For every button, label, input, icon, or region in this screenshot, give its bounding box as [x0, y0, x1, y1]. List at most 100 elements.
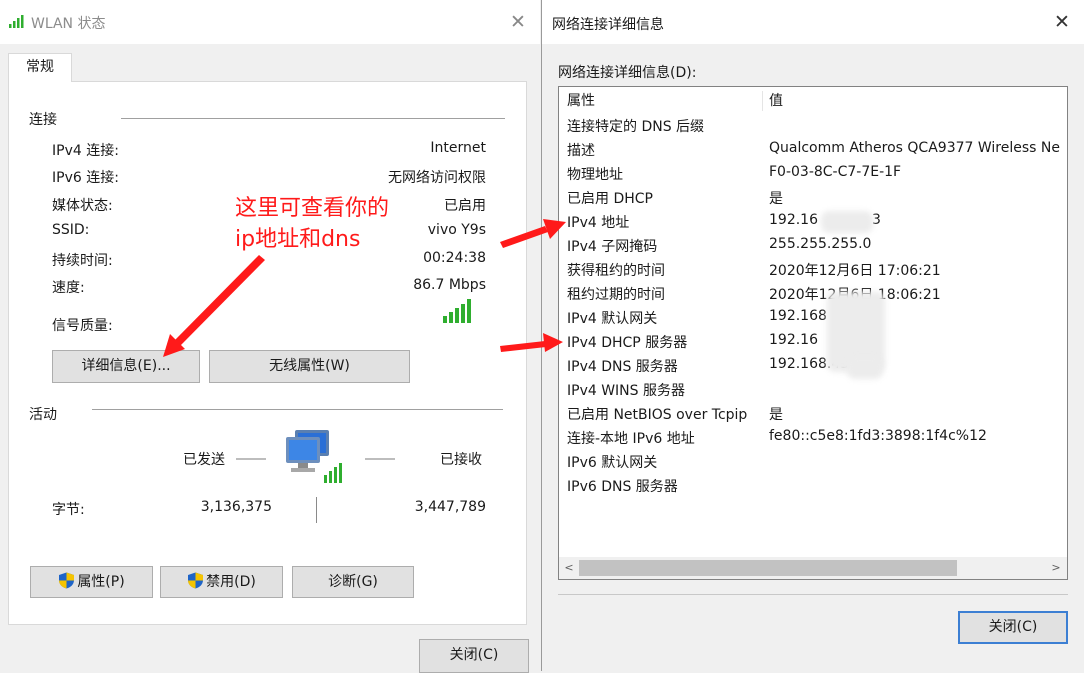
scrollbar-thumb[interactable] — [579, 560, 957, 576]
property-value: 192.16 — [769, 212, 818, 228]
property-name: IPv4 默认网关 — [567, 311, 658, 327]
tab-general[interactable]: 常规 — [8, 53, 72, 82]
close-button[interactable]: 关闭(C) — [958, 611, 1068, 644]
wireless-properties-button[interactable]: 无线属性(W) — [209, 350, 410, 383]
property-name: IPv6 默认网关 — [567, 455, 658, 471]
scroll-right-icon[interactable]: > — [1047, 559, 1065, 577]
media-state-value: 已启用 — [444, 198, 486, 214]
property-name: IPv4 DHCP 服务器 — [567, 335, 688, 351]
speed-label: 速度: — [52, 280, 85, 296]
list-item[interactable]: IPv4 默认网关 192.168 — [559, 305, 1067, 329]
details-titlebar: 网络连接详细信息 ✕ — [542, 0, 1084, 44]
property-value: 192.168 — [769, 308, 827, 324]
privacy-blur — [847, 357, 883, 379]
window-title: WLAN 状态 — [31, 16, 106, 32]
list-item[interactable]: IPv4 WINS 服务器 — [559, 377, 1067, 401]
scroll-left-icon[interactable]: < — [560, 559, 578, 577]
connection-heading: 连接 — [29, 112, 57, 128]
bytes-received-value: 3,447,789 — [414, 499, 486, 515]
signal-strength-icon — [443, 299, 471, 323]
list-item[interactable]: 连接-本地 IPv6 地址 fe80::c5e8:1fd3:3898:1f4c%… — [559, 425, 1067, 449]
properties-button-label: 属性(P) — [77, 574, 125, 590]
list-item[interactable]: IPv4 地址 192.16 3 — [559, 209, 1067, 233]
wlan-status-window: WLAN 状态 ✕ 常规 连接 IPv4 连接: Internet IPv6 连… — [0, 0, 540, 673]
disable-button[interactable]: 禁用(D) — [160, 566, 283, 598]
ipv6-connection-label: IPv6 连接: — [52, 170, 119, 186]
list-item[interactable]: IPv6 默认网关 — [559, 449, 1067, 473]
section-divider — [121, 118, 505, 119]
annotation-line-2: ip地址和dns — [235, 227, 361, 252]
property-value: 是 — [769, 407, 783, 423]
duration-label: 持续时间: — [52, 253, 113, 269]
window-title: 网络连接详细信息 — [552, 17, 664, 33]
property-name: 租约过期的时间 — [567, 287, 665, 303]
list-item[interactable]: 描述 Qualcomm Atheros QCA9377 Wireless Ne — [559, 137, 1067, 161]
details-listview[interactable]: 属性 值 连接特定的 DNS 后缀 描述 Qualcomm Atheros QC… — [558, 86, 1068, 580]
shield-icon — [59, 572, 75, 589]
property-name: IPv4 子网掩码 — [567, 239, 658, 255]
property-name: 获得租约的时间 — [567, 263, 665, 279]
network-computers-icon — [286, 430, 342, 483]
property-value: 是 — [769, 191, 783, 207]
property-value: fe80::c5e8:1fd3:3898:1f4c%12 — [769, 428, 987, 444]
list-item[interactable]: 租约过期的时间 2020年12月6日 18:06:21 — [559, 281, 1067, 305]
footer-divider — [558, 594, 1068, 595]
disable-button-label: 禁用(D) — [206, 574, 256, 590]
close-icon[interactable]: ✕ — [1050, 10, 1074, 34]
network-details-window: 网络连接详细信息 ✕ 网络连接详细信息(D): 属性 值 连接特定的 DNS 后… — [541, 0, 1084, 671]
column-divider[interactable] — [762, 91, 763, 111]
shield-icon — [188, 572, 204, 589]
wifi-signal-icon — [9, 15, 24, 28]
close-icon[interactable]: ✕ — [506, 10, 530, 34]
section-divider — [92, 409, 503, 410]
ssid-value: vivo Y9s — [427, 222, 486, 238]
horizontal-scrollbar[interactable]: < > — [559, 557, 1067, 579]
list-item[interactable]: 已启用 NetBIOS over Tcpip 是 — [559, 401, 1067, 425]
property-name: 描述 — [567, 143, 595, 159]
list-item[interactable]: 连接特定的 DNS 后缀 — [559, 113, 1067, 137]
property-name: IPv4 WINS 服务器 — [567, 383, 685, 399]
list-item[interactable]: IPv6 DNS 服务器 — [559, 473, 1067, 497]
property-name: 物理地址 — [567, 167, 623, 183]
column-header-property[interactable]: 属性 — [567, 90, 595, 110]
property-name: IPv4 DNS 服务器 — [567, 359, 678, 375]
ipv4-connection-label: IPv4 连接: — [52, 143, 119, 159]
list-item[interactable]: 已启用 DHCP 是 — [559, 185, 1067, 209]
property-name: IPv4 地址 — [567, 215, 630, 231]
list-item[interactable]: IPv4 DHCP 服务器 192.16 — [559, 329, 1067, 353]
bytes-sent-value: 3,136,375 — [200, 499, 272, 515]
signal-quality-label: 信号质量: — [52, 318, 113, 334]
sent-label: 已发送 — [183, 452, 225, 468]
properties-button[interactable]: 属性(P) — [30, 566, 153, 598]
list-item[interactable]: 物理地址 F0-03-8C-C7-7E-1F — [559, 161, 1067, 185]
privacy-blur — [821, 211, 873, 233]
property-value: F0-03-8C-C7-7E-1F — [769, 164, 902, 180]
list-item[interactable]: 获得租约的时间 2020年12月6日 17:06:21 — [559, 257, 1067, 281]
general-tab-panel: 连接 IPv4 连接: Internet IPv6 连接: 无网络访问权限 媒体… — [8, 81, 527, 625]
list-item[interactable]: IPv4 子网掩码 255.255.255.0 — [559, 233, 1067, 257]
property-name: 已启用 NetBIOS over Tcpip — [567, 407, 748, 423]
speed-value: 86.7 Mbps — [413, 277, 486, 293]
details-list-caption: 网络连接详细信息(D): — [558, 65, 697, 81]
duration-value: 00:24:38 — [423, 250, 486, 266]
property-value: Qualcomm Atheros QCA9377 Wireless Ne — [769, 140, 1060, 156]
received-label: 已接收 — [440, 452, 482, 468]
property-name: 连接特定的 DNS 后缀 — [567, 119, 705, 135]
close-button[interactable]: 关闭(C) — [419, 639, 529, 673]
ipv6-connection-value: 无网络访问权限 — [388, 170, 486, 186]
property-name: IPv6 DNS 服务器 — [567, 479, 678, 495]
column-header-value[interactable]: 值 — [769, 90, 783, 110]
diagnose-button[interactable]: 诊断(G) — [292, 566, 414, 598]
ipv4-connection-value: Internet — [430, 140, 486, 156]
details-button[interactable]: 详细信息(E)... — [52, 350, 200, 383]
property-name: 已启用 DHCP — [567, 191, 653, 207]
property-name: 连接-本地 IPv6 地址 — [567, 431, 695, 447]
wlan-titlebar: WLAN 状态 ✕ — [0, 0, 540, 44]
list-item[interactable]: IPv4 DNS 服务器 192.168.43 — [559, 353, 1067, 377]
media-state-label: 媒体状态: — [52, 198, 113, 214]
activity-heading: 活动 — [29, 407, 57, 423]
property-value: 2020年12月6日 17:06:21 — [769, 263, 941, 279]
bytes-label: 字节: — [52, 502, 85, 518]
property-value-tail: 3 — [872, 212, 881, 228]
sent-line — [236, 458, 266, 460]
